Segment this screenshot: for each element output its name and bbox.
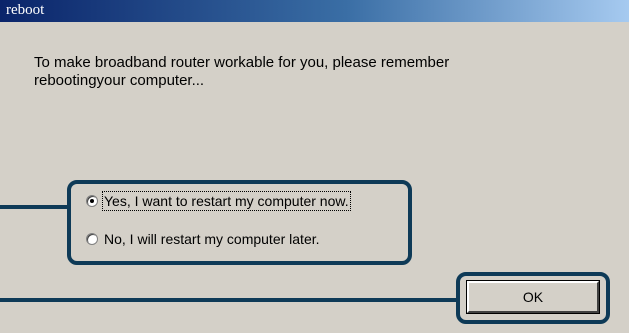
radio-restart-now-label: Yes, I want to restart my computer now. <box>102 191 351 211</box>
title-bar[interactable]: reboot <box>0 0 629 22</box>
window-title: reboot <box>6 2 45 18</box>
message-line-1: To make broadband router workable for yo… <box>34 54 450 71</box>
ok-button[interactable]: OK <box>466 280 600 314</box>
radio-restart-later-button[interactable] <box>86 233 98 245</box>
ok-button-label: OK <box>522 289 544 305</box>
radio-restart-later-label: No, I will restart my computer later. <box>104 231 320 247</box>
reboot-dialog: reboot To make broadband router workable… <box>0 0 629 333</box>
ok-callout-line <box>0 298 458 302</box>
radio-restart-now-button[interactable] <box>86 195 98 207</box>
radio-restart-now[interactable]: Yes, I want to restart my computer now. <box>86 191 351 211</box>
radio-restart-later[interactable]: No, I will restart my computer later. <box>86 231 320 247</box>
options-callout-line <box>0 205 70 209</box>
reboot-message: To make broadband router workable for yo… <box>34 54 574 90</box>
message-line-2: rebootingyour computer... <box>34 72 205 89</box>
